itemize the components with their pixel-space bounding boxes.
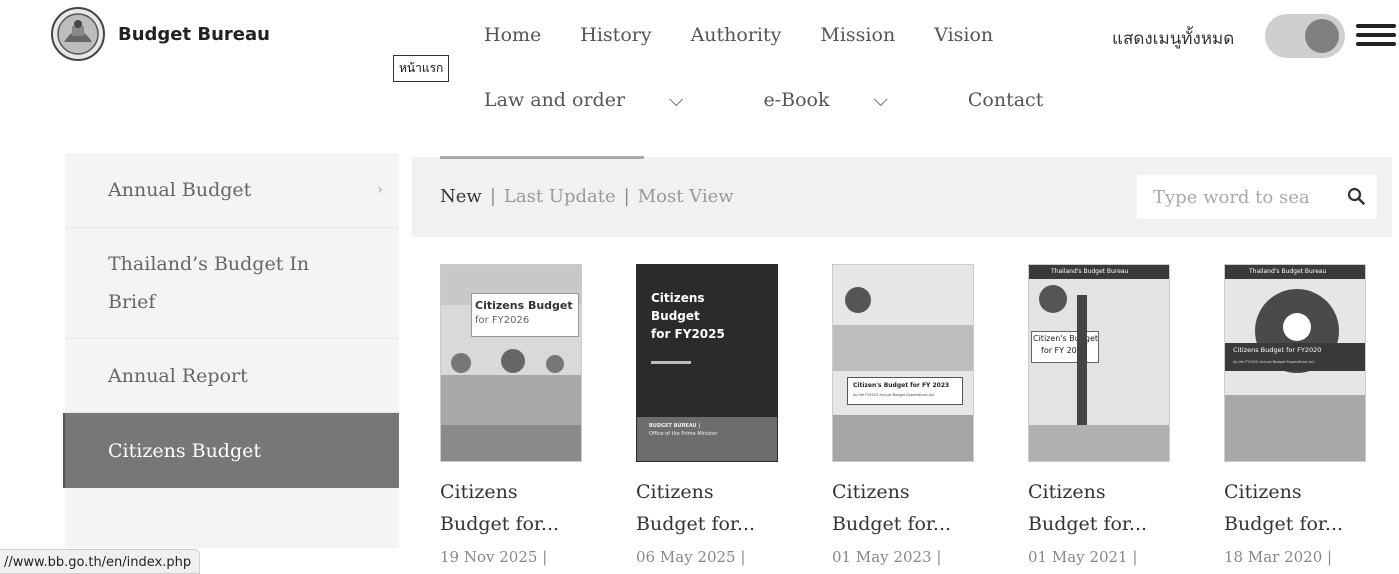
ebook-date: 19 Nov 2025 |	[440, 548, 548, 566]
nav-contact[interactable]: Contact	[968, 89, 1043, 111]
sidebar-item-label: Citizens Budget	[108, 439, 262, 462]
ebook-title[interactable]: Citizens Budget for...	[440, 476, 610, 540]
show-all-menu-toggle[interactable]	[1265, 14, 1345, 58]
main-nav: Home History Authority Mission Vision	[484, 24, 1032, 46]
ebook-date: 01 May 2023 |	[832, 548, 942, 566]
sidebar-spacer	[65, 488, 399, 548]
ebook-cover[interactable]: Thailand's Budget Bureau Citizen's Budge…	[1028, 264, 1170, 462]
tab-new[interactable]: New	[440, 186, 482, 207]
tab-indicator	[440, 156, 644, 159]
ebook-date: 01 May 2021 |	[1028, 548, 1138, 566]
search-icon[interactable]	[1347, 187, 1365, 205]
tab-most-view[interactable]: Most View	[638, 186, 734, 207]
cover-title: Citizen's Budget	[1033, 334, 1099, 343]
sidebar-item-annual-report[interactable]: Annual Report	[65, 339, 399, 413]
label-line-1: Thailand’s Budget In	[108, 253, 310, 275]
nav-mission[interactable]: Mission	[820, 24, 895, 46]
title-line-1: Citizens	[1028, 481, 1106, 503]
ebook-card[interactable]: Thailand's Budget Bureau Citizens Budget…	[1224, 264, 1394, 566]
ebook-cover[interactable]: Citizen's Budget for FY 2023 As the FY20…	[832, 264, 974, 462]
sidebar-item-label: Thailand’s Budget In Brief	[108, 245, 309, 321]
ebook-cover[interactable]: Thailand's Budget Bureau Citizens Budget…	[1224, 264, 1366, 462]
nav-ebook-label: e-Book	[763, 89, 830, 111]
ebook-cover[interactable]: Citizens Budget for FY2025 BUDGET BUREAU…	[636, 264, 778, 462]
cover-subtitle: for FY2025	[651, 327, 725, 341]
cover-header: Thailand's Budget Bureau	[1249, 268, 1327, 275]
title-line-2: Budget for...	[832, 513, 952, 535]
title-line-1: Citizens	[636, 481, 714, 503]
ebook-date: 18 Mar 2020 |	[1224, 548, 1333, 566]
label-line-2: Brief	[108, 291, 156, 313]
chevron-right-icon: ›	[377, 182, 383, 198]
nav-law-and-order-label: Law and order	[484, 89, 626, 111]
ebook-card[interactable]: Citizens Budget for FY2026 Citizens Budge…	[440, 264, 610, 566]
nav-law-and-order[interactable]: Law and order ⌵	[484, 89, 723, 111]
sort-tabs: New | Last Update | Most View	[440, 186, 734, 207]
title-line-1: Citizens	[1224, 481, 1302, 503]
cover-header: Thailand's Budget Bureau	[1051, 268, 1129, 275]
cover-subtitle: As the FY2020 Annual Budget Expenditure …	[1233, 360, 1315, 364]
home-tooltip: หน้าแรก	[393, 55, 450, 82]
cover-title: Citizen's Budget for FY 2023	[853, 382, 950, 389]
cover-title: Citizens	[651, 291, 705, 305]
site-brand[interactable]: Budget Bureau	[118, 24, 270, 45]
toggle-knob	[1305, 19, 1339, 53]
nav-vision[interactable]: Vision	[934, 24, 993, 46]
sidebar-item-annual-budget[interactable]: Annual Budget ›	[65, 153, 399, 228]
chevron-down-icon: ⌵	[873, 89, 888, 111]
cover-title-line-2: Budget	[651, 309, 700, 323]
title-line-1: Citizens	[832, 481, 910, 503]
ebook-date: 06 May 2025 |	[636, 548, 746, 566]
cover-title: Citizens Budget	[475, 299, 573, 312]
budget-bureau-logo[interactable]	[50, 6, 106, 62]
ebook-card[interactable]: Citizens Budget for FY2025 BUDGET BUREAU…	[636, 264, 806, 566]
nav-ebook[interactable]: e-Book ⌵	[763, 89, 927, 111]
ebook-title[interactable]: Citizens Budget for...	[1224, 476, 1394, 540]
cover-footer-line-2: Office of the Prime Minister	[649, 431, 718, 437]
sidebar-item-budget-in-brief[interactable]: Thailand’s Budget In Brief	[65, 228, 399, 339]
title-line-2: Budget for...	[440, 513, 560, 535]
chevron-down-icon: ⌵	[669, 89, 684, 111]
title-line-2: Budget for...	[1028, 513, 1148, 535]
ebook-title[interactable]: Citizens Budget for...	[636, 476, 806, 540]
secondary-nav: Law and order ⌵ e-Book ⌵ Contact	[484, 89, 1083, 111]
cover-subtitle: for FY2026	[475, 315, 530, 326]
nav-authority[interactable]: Authority	[691, 24, 782, 46]
sidebar-item-citizens-budget[interactable]: Citizens Budget	[65, 413, 399, 488]
sidebar-item-label: Annual Budget	[108, 179, 252, 201]
ebook-cover[interactable]: Citizens Budget for FY2026	[440, 264, 582, 462]
nav-home[interactable]: Home	[484, 24, 541, 46]
search-input[interactable]	[1137, 175, 1327, 219]
tab-last-update[interactable]: Last Update	[504, 186, 616, 207]
cover-footer: BUDGET BUREAU |	[649, 423, 701, 429]
title-line-1: Citizens	[440, 481, 518, 503]
ebook-title[interactable]: Citizens Budget for...	[1028, 476, 1198, 540]
title-line-2: Budget for...	[636, 513, 756, 535]
search-box	[1137, 175, 1377, 219]
show-all-menu-label: แสดงเมนูทั้งหมด	[1112, 29, 1235, 49]
title-line-2: Budget for...	[1224, 513, 1344, 535]
cover-subtitle: As the FY2023 Annual Budget Expenditure …	[853, 393, 935, 397]
nav-history[interactable]: History	[580, 24, 651, 46]
sidebar: Annual Budget › Thailand’s Budget In Brie…	[65, 153, 399, 548]
hamburger-menu-icon[interactable]	[1356, 24, 1396, 48]
ebook-card[interactable]: Citizen's Budget for FY 2023 As the FY20…	[832, 264, 1002, 566]
ebook-card[interactable]: Thailand's Budget Bureau Citizen's Budge…	[1028, 264, 1198, 566]
sidebar-item-label: Annual Report	[108, 364, 248, 387]
status-bar-url: //www.bb.go.th/en/index.php	[0, 549, 201, 574]
ebook-title[interactable]: Citizens Budget for...	[832, 476, 1002, 540]
cover-title: Citizens Budget for FY2020	[1233, 346, 1322, 354]
